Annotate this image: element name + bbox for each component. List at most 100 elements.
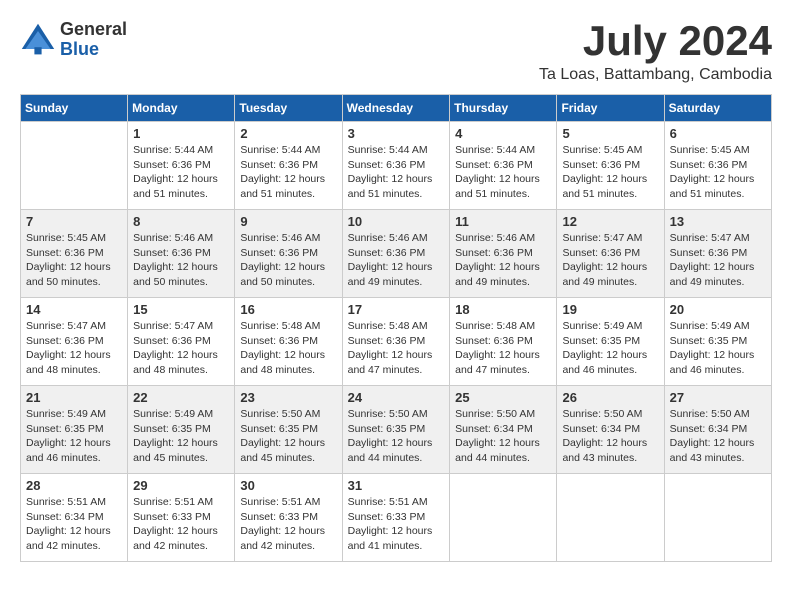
day-number: 5	[562, 126, 658, 141]
calendar-day-cell: 7 Sunrise: 5:45 AM Sunset: 6:36 PM Daylig…	[21, 210, 128, 298]
day-number: 20	[670, 302, 766, 317]
calendar-day-cell: 11Sunrise: 5:46 AM Sunset: 6:36 PM Dayli…	[450, 210, 557, 298]
day-number: 9	[240, 214, 336, 229]
calendar-day-cell: 13Sunrise: 5:47 AM Sunset: 6:36 PM Dayli…	[664, 210, 771, 298]
day-info: Sunrise: 5:45 AM Sunset: 6:36 PM Dayligh…	[562, 143, 658, 202]
logo: General Blue	[20, 20, 127, 60]
calendar-day-cell	[664, 474, 771, 562]
day-info: Sunrise: 5:50 AM Sunset: 6:34 PM Dayligh…	[562, 407, 658, 466]
day-info: Sunrise: 5:46 AM Sunset: 6:36 PM Dayligh…	[133, 231, 229, 290]
day-info: Sunrise: 5:47 AM Sunset: 6:36 PM Dayligh…	[133, 319, 229, 378]
weekday-header-cell: Sunday	[21, 95, 128, 122]
day-info: Sunrise: 5:50 AM Sunset: 6:34 PM Dayligh…	[455, 407, 551, 466]
calendar-day-cell	[21, 122, 128, 210]
calendar-day-cell: 15Sunrise: 5:47 AM Sunset: 6:36 PM Dayli…	[128, 298, 235, 386]
calendar-day-cell: 3 Sunrise: 5:44 AM Sunset: 6:36 PM Daylig…	[342, 122, 450, 210]
weekday-header-cell: Friday	[557, 95, 664, 122]
calendar-day-cell: 30 Sunrise: 5:51 AM Sunset: 6:33 PM Dayli…	[235, 474, 342, 562]
day-info: Sunrise: 5:49 AM Sunset: 6:35 PM Dayligh…	[670, 319, 766, 378]
calendar-day-cell: 19Sunrise: 5:49 AM Sunset: 6:35 PM Dayli…	[557, 298, 664, 386]
calendar-day-cell: 9 Sunrise: 5:46 AM Sunset: 6:36 PM Daylig…	[235, 210, 342, 298]
day-info: Sunrise: 5:48 AM Sunset: 6:36 PM Dayligh…	[348, 319, 445, 378]
day-number: 7	[26, 214, 122, 229]
day-info: Sunrise: 5:51 AM Sunset: 6:33 PM Dayligh…	[240, 495, 336, 554]
day-number: 22	[133, 390, 229, 405]
day-info: Sunrise: 5:51 AM Sunset: 6:33 PM Dayligh…	[133, 495, 229, 554]
day-number: 26	[562, 390, 658, 405]
calendar-day-cell: 8Sunrise: 5:46 AM Sunset: 6:36 PM Daylig…	[128, 210, 235, 298]
calendar-day-cell: 18 Sunrise: 5:48 AM Sunset: 6:36 PM Dayli…	[450, 298, 557, 386]
day-info: Sunrise: 5:49 AM Sunset: 6:35 PM Dayligh…	[26, 407, 122, 466]
day-number: 10	[348, 214, 445, 229]
calendar-table: SundayMondayTuesdayWednesdayThursdayFrid…	[20, 94, 772, 562]
calendar-day-cell: 21 Sunrise: 5:49 AM Sunset: 6:35 PM Dayli…	[21, 386, 128, 474]
weekday-header-cell: Tuesday	[235, 95, 342, 122]
weekday-header-row: SundayMondayTuesdayWednesdayThursdayFrid…	[21, 95, 772, 122]
location-title: Ta Loas, Battambang, Cambodia	[539, 66, 772, 84]
calendar-day-cell: 29Sunrise: 5:51 AM Sunset: 6:33 PM Dayli…	[128, 474, 235, 562]
day-number: 28	[26, 478, 122, 493]
logo-blue-text: Blue	[60, 40, 127, 60]
calendar-week-row: 21 Sunrise: 5:49 AM Sunset: 6:35 PM Dayli…	[21, 386, 772, 474]
day-number: 30	[240, 478, 336, 493]
day-info: Sunrise: 5:46 AM Sunset: 6:36 PM Dayligh…	[240, 231, 336, 290]
calendar-day-cell: 22 Sunrise: 5:49 AM Sunset: 6:35 PM Dayli…	[128, 386, 235, 474]
day-info: Sunrise: 5:49 AM Sunset: 6:35 PM Dayligh…	[133, 407, 229, 466]
month-title: July 2024	[539, 20, 772, 62]
day-number: 12	[562, 214, 658, 229]
day-info: Sunrise: 5:44 AM Sunset: 6:36 PM Dayligh…	[348, 143, 445, 202]
day-info: Sunrise: 5:51 AM Sunset: 6:33 PM Dayligh…	[348, 495, 445, 554]
day-info: Sunrise: 5:49 AM Sunset: 6:35 PM Dayligh…	[562, 319, 658, 378]
day-number: 18	[455, 302, 551, 317]
calendar-week-row: 14 Sunrise: 5:47 AM Sunset: 6:36 PM Dayli…	[21, 298, 772, 386]
calendar-day-cell: 10 Sunrise: 5:46 AM Sunset: 6:36 PM Dayli…	[342, 210, 450, 298]
day-info: Sunrise: 5:44 AM Sunset: 6:36 PM Dayligh…	[240, 143, 336, 202]
calendar-week-row: 7 Sunrise: 5:45 AM Sunset: 6:36 PM Daylig…	[21, 210, 772, 298]
day-number: 13	[670, 214, 766, 229]
day-number: 17	[348, 302, 445, 317]
day-number: 16	[240, 302, 336, 317]
weekday-header-cell: Thursday	[450, 95, 557, 122]
day-number: 6	[670, 126, 766, 141]
calendar-day-cell: 6Sunrise: 5:45 AM Sunset: 6:36 PM Daylig…	[664, 122, 771, 210]
day-number: 23	[240, 390, 336, 405]
day-info: Sunrise: 5:47 AM Sunset: 6:36 PM Dayligh…	[562, 231, 658, 290]
day-number: 25	[455, 390, 551, 405]
day-info: Sunrise: 5:50 AM Sunset: 6:34 PM Dayligh…	[670, 407, 766, 466]
day-number: 14	[26, 302, 122, 317]
calendar-day-cell: 27 Sunrise: 5:50 AM Sunset: 6:34 PM Dayli…	[664, 386, 771, 474]
day-number: 27	[670, 390, 766, 405]
calendar-day-cell: 17 Sunrise: 5:48 AM Sunset: 6:36 PM Dayli…	[342, 298, 450, 386]
page-header: General Blue July 2024 Ta Loas, Battamba…	[20, 20, 772, 84]
day-number: 31	[348, 478, 445, 493]
day-info: Sunrise: 5:47 AM Sunset: 6:36 PM Dayligh…	[26, 319, 122, 378]
calendar-day-cell	[450, 474, 557, 562]
calendar-day-cell: 26 Sunrise: 5:50 AM Sunset: 6:34 PM Dayli…	[557, 386, 664, 474]
weekday-header-cell: Monday	[128, 95, 235, 122]
day-info: Sunrise: 5:48 AM Sunset: 6:36 PM Dayligh…	[455, 319, 551, 378]
calendar-day-cell: 24 Sunrise: 5:50 AM Sunset: 6:35 PM Dayli…	[342, 386, 450, 474]
day-info: Sunrise: 5:50 AM Sunset: 6:35 PM Dayligh…	[348, 407, 445, 466]
calendar-day-cell: 28 Sunrise: 5:51 AM Sunset: 6:34 PM Dayli…	[21, 474, 128, 562]
calendar-day-cell	[557, 474, 664, 562]
day-info: Sunrise: 5:46 AM Sunset: 6:36 PM Dayligh…	[348, 231, 445, 290]
day-info: Sunrise: 5:51 AM Sunset: 6:34 PM Dayligh…	[26, 495, 122, 554]
day-number: 3	[348, 126, 445, 141]
weekday-header-cell: Saturday	[664, 95, 771, 122]
day-number: 21	[26, 390, 122, 405]
calendar-day-cell: 20 Sunrise: 5:49 AM Sunset: 6:35 PM Dayli…	[664, 298, 771, 386]
logo-general-text: General	[60, 20, 127, 40]
day-number: 24	[348, 390, 445, 405]
day-info: Sunrise: 5:44 AM Sunset: 6:36 PM Dayligh…	[133, 143, 229, 202]
calendar-week-row: 28 Sunrise: 5:51 AM Sunset: 6:34 PM Dayli…	[21, 474, 772, 562]
day-info: Sunrise: 5:45 AM Sunset: 6:36 PM Dayligh…	[26, 231, 122, 290]
calendar-day-cell: 16Sunrise: 5:48 AM Sunset: 6:36 PM Dayli…	[235, 298, 342, 386]
day-number: 2	[240, 126, 336, 141]
calendar-day-cell: 23 Sunrise: 5:50 AM Sunset: 6:35 PM Dayli…	[235, 386, 342, 474]
day-info: Sunrise: 5:50 AM Sunset: 6:35 PM Dayligh…	[240, 407, 336, 466]
day-info: Sunrise: 5:46 AM Sunset: 6:36 PM Dayligh…	[455, 231, 551, 290]
calendar-body: 1Sunrise: 5:44 AM Sunset: 6:36 PM Daylig…	[21, 122, 772, 562]
title-area: July 2024 Ta Loas, Battambang, Cambodia	[539, 20, 772, 84]
calendar-day-cell: 2 Sunrise: 5:44 AM Sunset: 6:36 PM Daylig…	[235, 122, 342, 210]
calendar-day-cell: 12 Sunrise: 5:47 AM Sunset: 6:36 PM Dayli…	[557, 210, 664, 298]
